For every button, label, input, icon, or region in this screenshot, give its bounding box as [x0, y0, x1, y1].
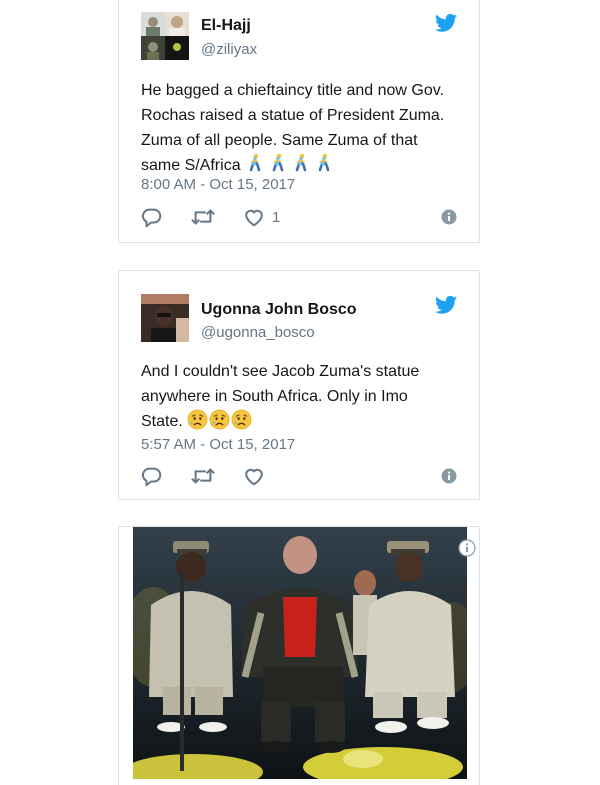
display-name[interactable]: Ugonna John Bosco	[201, 301, 357, 319]
like-button[interactable]: 1	[243, 205, 280, 229]
tweet-text-line: And I couldn't see Jacob Zuma's statue	[141, 363, 420, 380]
timestamp[interactable]: 5:57 AM - Oct 15, 2017	[141, 436, 295, 453]
info-icon	[441, 468, 457, 484]
avatar[interactable]	[141, 12, 189, 60]
like-button[interactable]	[243, 464, 272, 488]
like-count: 1	[272, 208, 281, 226]
heart-icon	[245, 468, 263, 486]
disappointed-relieved-face-emoji	[209, 409, 230, 430]
avatar[interactable]	[141, 294, 189, 342]
tweet-card[interactable]: El-Hajj @ziliyax He bagged a chieftaincy…	[118, 0, 480, 243]
info-button[interactable]	[441, 205, 457, 229]
tweet-text-line: same S/Africa	[141, 153, 463, 178]
tweet-actions: 1	[141, 205, 457, 229]
tweet-text: And I couldn't see Jacob Zuma's statue a…	[141, 359, 463, 434]
retweet-button[interactable]	[191, 464, 215, 488]
tweet-card[interactable]: Ugonna John Bosco @ugonna_bosco And I co…	[118, 270, 480, 500]
tweet-text-fragment: State.	[141, 413, 183, 430]
tweet-text-line: He bagged a chieftaincy title and now Go…	[141, 82, 444, 99]
retweet-icon	[191, 468, 215, 484]
info-icon[interactable]	[458, 539, 476, 557]
person-walking-emoji	[268, 153, 288, 173]
twitter-bird-icon[interactable]	[435, 13, 457, 33]
reply-button[interactable]	[141, 205, 163, 229]
timestamp[interactable]: 8:00 AM - Oct 15, 2017	[141, 176, 295, 193]
tweet-text-line: State.	[141, 409, 463, 434]
tweet-text-line: anywhere in South Africa. Only in Imo	[141, 388, 408, 405]
page: El-Hajj @ziliyax He bagged a chieftaincy…	[0, 0, 600, 785]
reply-icon	[142, 467, 162, 487]
person-walking-emoji	[291, 153, 311, 173]
tweet-text: He bagged a chieftaincy title and now Go…	[141, 78, 463, 178]
handle[interactable]: @ugonna_bosco	[201, 324, 315, 341]
reply-button[interactable]	[141, 464, 163, 488]
image-card[interactable]	[118, 526, 480, 785]
tweet-text-fragment: same S/Africa	[141, 157, 241, 174]
tweet-text-line: Rochas raised a statue of President Zuma…	[141, 107, 445, 124]
stage-photo[interactable]	[133, 527, 467, 779]
twitter-bird-icon[interactable]	[435, 295, 457, 315]
disappointed-relieved-face-emoji	[187, 409, 208, 430]
heart-icon	[245, 209, 263, 227]
info-button[interactable]	[441, 464, 457, 488]
retweet-icon	[191, 209, 215, 225]
display-name[interactable]: El-Hajj	[201, 17, 251, 35]
reply-icon	[142, 208, 162, 228]
retweet-button[interactable]	[191, 205, 215, 229]
info-icon	[441, 209, 457, 225]
tweet-actions	[141, 464, 457, 488]
person-walking-emoji	[314, 153, 334, 173]
person-walking-emoji	[245, 153, 265, 173]
tweet-text-line: Zuma of all people. Same Zuma of that	[141, 132, 418, 149]
handle[interactable]: @ziliyax	[201, 41, 257, 58]
disappointed-relieved-face-emoji	[231, 409, 252, 430]
